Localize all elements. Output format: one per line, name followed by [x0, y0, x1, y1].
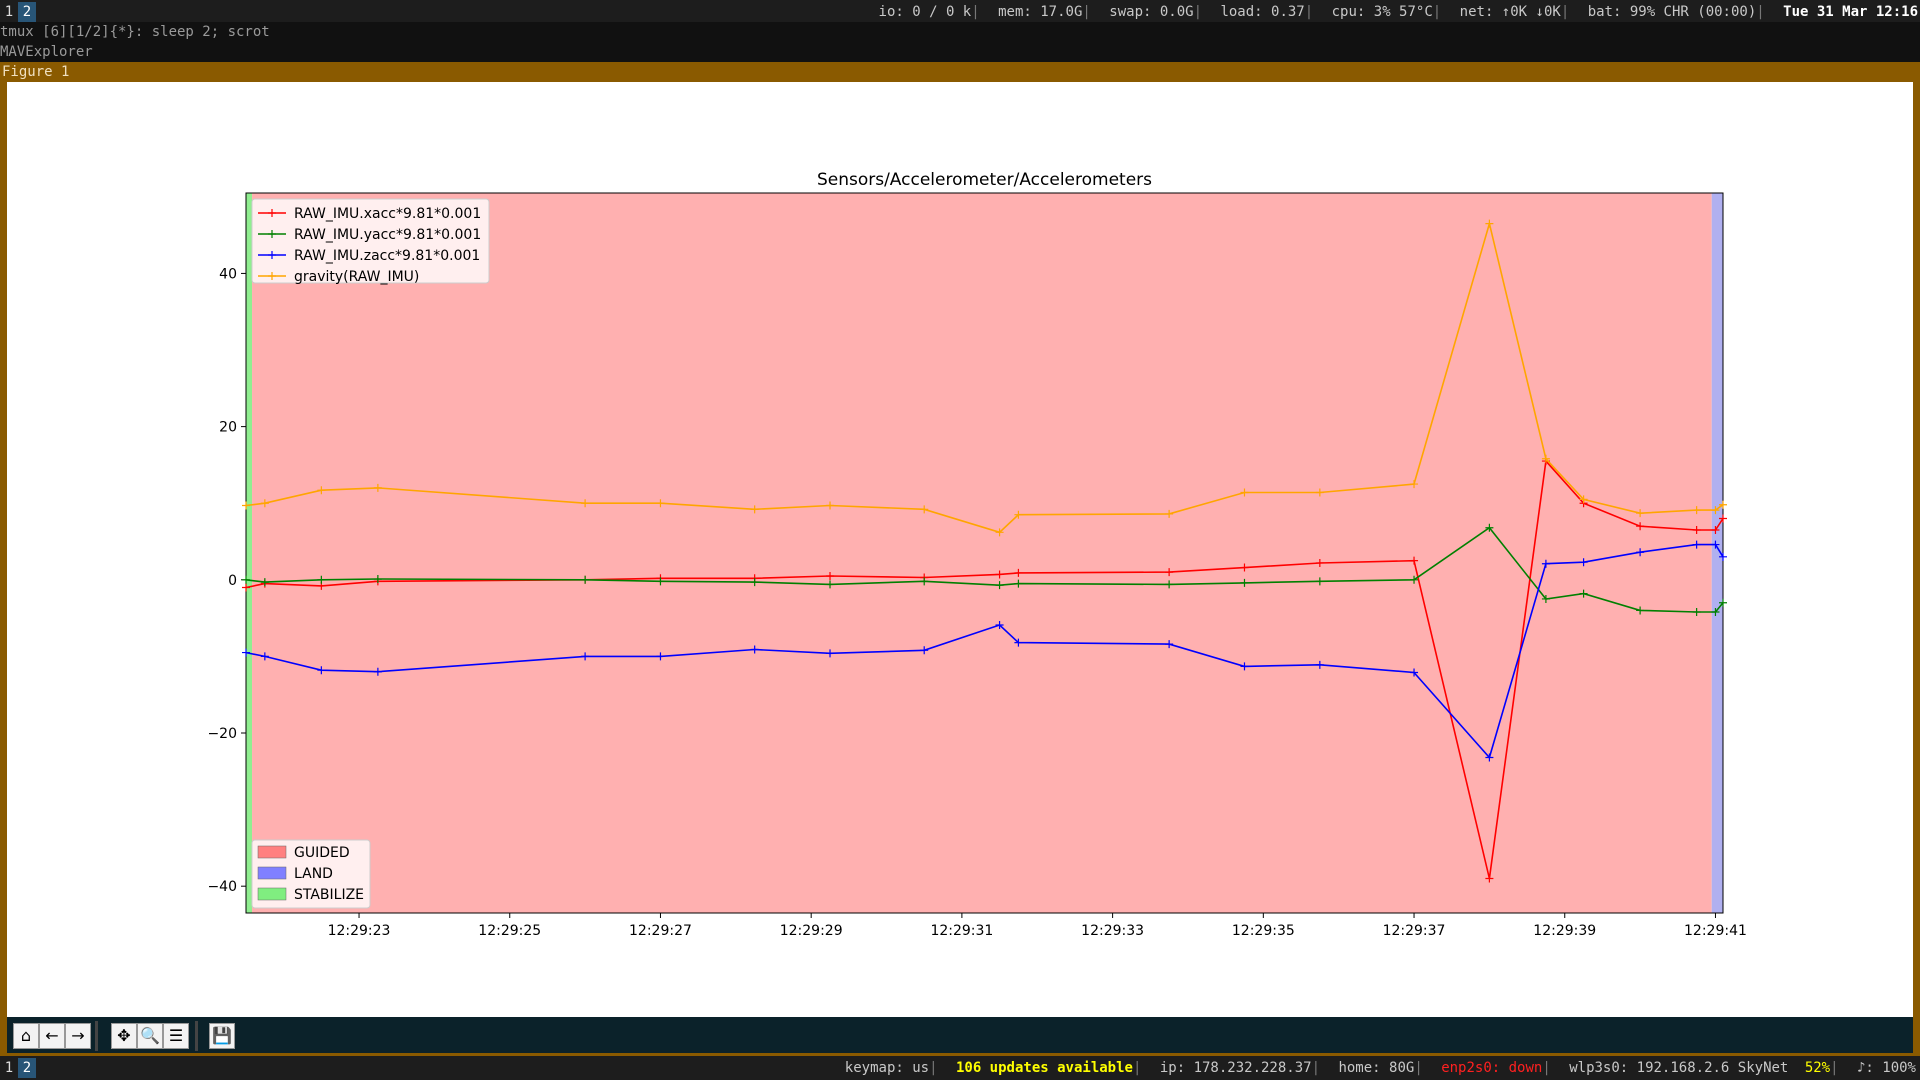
sliders-icon: ☰ — [168, 1026, 184, 1045]
x-tick-label: 12:29:35 — [1232, 923, 1295, 939]
wifi-quality: 52% — [1804, 1060, 1831, 1076]
y-tick-label: −20 — [207, 726, 237, 742]
x-tick-label: 12:29:27 — [629, 923, 692, 939]
x-tick-label: 12:29:41 — [1684, 923, 1747, 939]
mode-region-guided — [252, 193, 1712, 913]
home-icon: ⌂ — [20, 1026, 32, 1045]
forward-button[interactable]: → — [65, 1023, 91, 1049]
app-title-line: MAVExplorer — [0, 42, 1920, 62]
save-button[interactable]: 💾 — [209, 1023, 235, 1049]
pan-button[interactable]: ✥ — [111, 1023, 137, 1049]
x-tick-label: 12:29:23 — [328, 923, 391, 939]
chart-title: Sensors/Accelerometer/Accelerometers — [817, 170, 1152, 190]
swap-status: swap: 0.0G — [1109, 4, 1194, 20]
figure-window: Figure 1 Sensors/Accelerometer/Accelerom… — [0, 62, 1920, 1056]
x-tick-label: 12:29:39 — [1533, 923, 1596, 939]
toolbar-separator — [95, 1021, 98, 1051]
accelerometer-chart[interactable]: Sensors/Accelerometer/Accelerometers −40 −… — [7, 82, 1913, 1017]
zoom-button[interactable]: 🔍 — [137, 1023, 163, 1049]
x-tick-label: 12:29:29 — [780, 923, 843, 939]
y-tick-label: 40 — [219, 266, 237, 282]
arrow-left-icon: ← — [45, 1026, 59, 1045]
workspace-1-button[interactable]: 1 — [0, 2, 18, 22]
mem-status: mem: 17.0G — [998, 4, 1083, 20]
home-button[interactable]: ⌂ — [13, 1023, 39, 1049]
battery-status: bat: 99% CHR (00:00) — [1587, 4, 1757, 20]
magnifier-icon: 🔍 — [140, 1026, 160, 1045]
window-title: Figure 1 — [2, 64, 70, 80]
wifi-status: wlp3s0: 192.168.2.6 SkyNet — [1569, 1060, 1789, 1076]
move-icon: ✥ — [117, 1026, 131, 1045]
configure-button[interactable]: ☰ — [163, 1023, 189, 1049]
floppy-icon: 💾 — [212, 1026, 232, 1045]
x-tick-label: 12:29:37 — [1383, 923, 1446, 939]
y-tick-label: −40 — [207, 879, 237, 895]
legend-entry-0: RAW_IMU.xacc*9.81*0.001 — [294, 206, 481, 222]
legend-entry-1: RAW_IMU.yacc*9.81*0.001 — [294, 227, 481, 243]
mode-region-stabilize — [246, 193, 253, 913]
mode-legend-swatch — [257, 887, 287, 901]
mode-legend-stabilize: STABILIZE — [294, 887, 364, 903]
load-status: load: 0.37 — [1220, 4, 1305, 20]
ip-status: ip: 178.232.228.37 — [1159, 1060, 1312, 1076]
x-tick-label: 12:29:25 — [478, 923, 541, 939]
keymap-status: keymap: us — [844, 1060, 930, 1076]
workspace-2-button[interactable]: 2 — [18, 2, 36, 22]
workspace-2-button-bottom[interactable]: 2 — [18, 1058, 36, 1078]
workspace-1-button-bottom[interactable]: 1 — [0, 1058, 18, 1078]
tmux-status-line: tmux [6][1/2]{*}: sleep 2; scrot — [0, 22, 1920, 42]
plot-canvas[interactable]: Sensors/Accelerometer/Accelerometers −40 −… — [7, 82, 1913, 1017]
y-tick-label: 20 — [219, 420, 237, 436]
bottom-status-bar: 1 2 keymap: us| 106 updates available| i… — [0, 1056, 1920, 1080]
toolbar-separator — [195, 1021, 198, 1051]
matplotlib-toolbar: ⌂ ← → ✥ 🔍 ☰ 💾 — [7, 1017, 1913, 1053]
datetime: Tue 31 Mar 12:16 — [1783, 4, 1918, 20]
volume-status: ♪: 100% — [1856, 1060, 1916, 1076]
home-disk-status: home: 80G — [1338, 1060, 1415, 1076]
legend-entry-2: RAW_IMU.zacc*9.81*0.001 — [294, 248, 480, 264]
x-tick-label: 12:29:33 — [1081, 923, 1144, 939]
cpu-status: cpu: 3% 57°C — [1331, 4, 1433, 20]
io-status: io: 0 / 0 k — [878, 4, 972, 20]
system-status: io: 0 / 0 k| mem: 17.0G| swap: 0.0G| loa… — [878, 4, 1918, 20]
back-button[interactable]: ← — [39, 1023, 65, 1049]
legend-entry-3: gravity(RAW_IMU) — [294, 269, 419, 285]
bottom-status: keymap: us| 106 updates available| ip: 1… — [844, 1060, 1916, 1076]
net-status: net: ↑0K ↓0K — [1459, 4, 1561, 20]
ethernet-status: enp2s0: down — [1441, 1060, 1543, 1076]
x-tick-label: 12:29:31 — [930, 923, 993, 939]
mode-legend-guided: GUIDED — [294, 845, 350, 861]
arrow-right-icon: → — [71, 1026, 85, 1045]
mode-legend-swatch — [257, 845, 287, 859]
updates-status[interactable]: 106 updates available — [956, 1060, 1133, 1076]
y-tick-label: 0 — [228, 573, 237, 589]
top-status-bar: 1 2 io: 0 / 0 k| mem: 17.0G| swap: 0.0G|… — [0, 0, 1920, 24]
mode-legend-swatch — [257, 866, 287, 880]
mode-legend-land: LAND — [294, 866, 333, 882]
